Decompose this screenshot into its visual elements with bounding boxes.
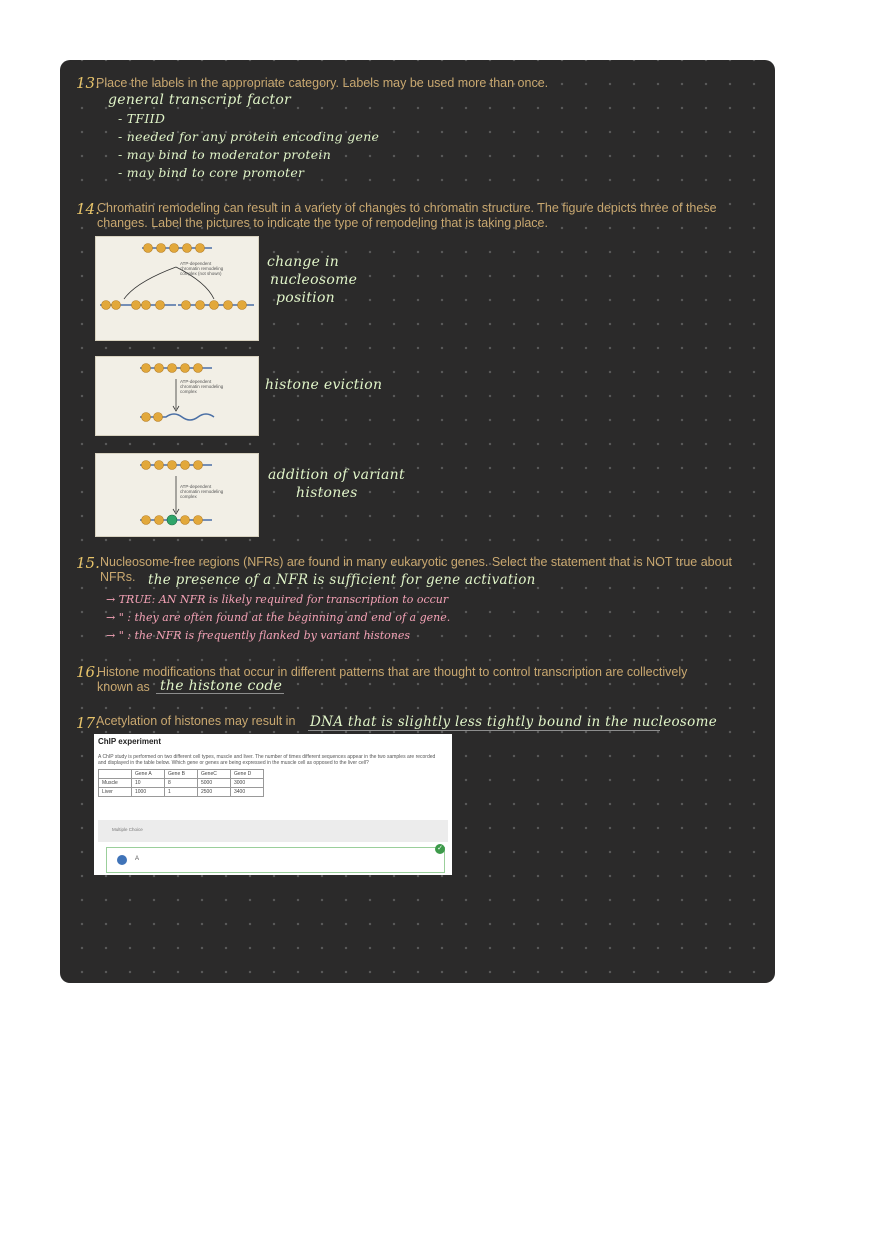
table-cell: 8 xyxy=(164,778,198,788)
chip-table: Gene A Gene B GeneC Gene D Muscle 10 8 5… xyxy=(98,769,264,797)
q13-answer-item: - may bind to core promoter xyxy=(118,165,305,180)
table-row: Gene A Gene B GeneC Gene D xyxy=(98,769,264,779)
q16-answer: the histone code xyxy=(160,678,283,694)
question-16-text-line2: known as xyxy=(97,680,150,694)
answer-underline xyxy=(308,730,660,731)
figure-caption: ATP-dependent chromatin remodeling compl… xyxy=(180,484,224,499)
table-cell: Liver xyxy=(98,787,132,797)
question-15-number: 15. xyxy=(76,554,100,572)
table-cell: 1000 xyxy=(131,787,165,797)
multiple-choice-label: Multiple Choice xyxy=(112,827,143,832)
chip-description: A ChIP study is performed on two differe… xyxy=(98,754,436,766)
figure-caption: ATP-dependent chromatin remodeling compl… xyxy=(180,379,224,394)
table-header-cell: Gene D xyxy=(230,769,264,779)
table-cell: Muscle xyxy=(98,778,132,788)
table-header-cell: Gene A xyxy=(131,769,165,779)
question-14-text-line2: changes. Label the pictures to indicate … xyxy=(97,216,548,230)
remodeling-figure-histone-eviction: ATP-dependent chromatin remodeling compl… xyxy=(95,356,259,436)
q15-note: → TRUE: AN NFR is likely required for tr… xyxy=(106,593,449,606)
q17-answer: DNA that is slightly less tightly bound … xyxy=(310,714,717,730)
chip-experiment-screenshot: ChIP experiment A ChIP study is performe… xyxy=(94,734,452,875)
table-cell: 5000 xyxy=(197,778,231,788)
question-13-text: Place the labels in the appropriate cate… xyxy=(96,76,549,90)
table-cell: 2500 xyxy=(197,787,231,797)
notes-board: 13. Place the labels in the appropriate … xyxy=(60,60,775,983)
question-15-text-line1: Nucleosome-free regions (NFRs) are found… xyxy=(100,555,733,569)
remodeling-figure-nucleosome-position: ATP-dependent chromatin remodeling compl… xyxy=(95,236,259,341)
q15-note: → " : the NFR is frequently flanked by v… xyxy=(106,629,410,642)
multiple-choice-band: Multiple Choice xyxy=(98,820,448,842)
question-14-text-line1: Chromatin remodeling can result in a var… xyxy=(97,201,717,215)
table-cell: 1 xyxy=(164,787,198,797)
q13-answer-item: - TFIID xyxy=(118,111,166,126)
answer-option[interactable]: A xyxy=(106,847,445,873)
q14-label-1-line: nucleosome xyxy=(270,272,358,288)
q14-label-1-line: position xyxy=(276,290,336,306)
table-cell: 3000 xyxy=(230,778,264,788)
table-row: Muscle 10 8 5000 3000 xyxy=(98,778,264,788)
answer-option-label: A xyxy=(135,856,140,862)
question-17-text: Acetylation of histones may result in xyxy=(96,714,296,728)
q15-answer: the presence of a NFR is sufficient for … xyxy=(148,572,536,588)
q13-answer-heading: general transcript factor xyxy=(108,92,292,108)
nucleosome-position-diagram xyxy=(100,243,254,310)
q14-label-3-line: addition of variant xyxy=(268,467,405,483)
question-15-text-line2: NFRs. xyxy=(100,570,136,584)
q14-label-3-line: histones xyxy=(296,485,358,501)
chip-title: ChIP experiment xyxy=(98,737,161,746)
check-icon: ✓ xyxy=(435,844,445,854)
q13-answer-item: - may bind to moderator protein xyxy=(118,147,332,162)
histone-eviction-diagram xyxy=(140,363,215,422)
radio-selected-icon[interactable] xyxy=(117,855,127,865)
table-row: Liver 1000 1 2500 3400 xyxy=(98,787,264,797)
q14-label-2: histone eviction xyxy=(265,377,383,393)
q15-note: → " : they are often found at the beginn… xyxy=(106,611,451,624)
table-cell: 10 xyxy=(131,778,165,788)
table-header-cell xyxy=(98,769,132,779)
q14-label-1-line: change in xyxy=(267,254,340,270)
table-header-cell: Gene B xyxy=(164,769,198,779)
answer-underline xyxy=(156,693,284,694)
table-header-cell: GeneC xyxy=(197,769,231,779)
q13-answer-item: - needed for any protein encoding gene xyxy=(118,129,380,144)
table-cell: 3400 xyxy=(230,787,264,797)
variant-histones-diagram xyxy=(140,460,212,526)
remodeling-figure-variant-histones: ATP-dependent chromatin remodeling compl… xyxy=(95,453,259,537)
figure-caption: ATP-dependent chromatin remodeling compl… xyxy=(180,261,224,276)
